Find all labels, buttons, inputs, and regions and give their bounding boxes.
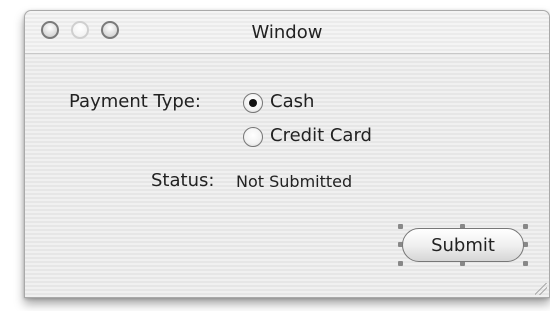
radio-cash-label[interactable]: Cash [270, 91, 314, 112]
title-bar[interactable]: Window [25, 11, 549, 54]
selection-handle[interactable] [523, 261, 528, 266]
radio-cash-button[interactable] [243, 93, 263, 113]
selection-handle[interactable] [398, 261, 403, 266]
window-title: Window [251, 22, 323, 43]
submit-button-selection[interactable]: Submit [398, 224, 528, 266]
status-value: Not Submitted [236, 172, 353, 191]
radio-credit-card-label[interactable]: Credit Card [270, 125, 372, 146]
radio-credit-card-button[interactable] [243, 127, 263, 147]
resize-grip-icon[interactable] [535, 283, 547, 295]
app-window: Window Payment Type: Cash Credit Card St… [24, 10, 550, 298]
selection-handle[interactable] [523, 224, 528, 229]
payment-type-label: Payment Type: [69, 91, 201, 112]
submit-button[interactable]: Submit [402, 228, 524, 262]
selection-handle[interactable] [398, 224, 403, 229]
status-label: Status: [151, 170, 215, 191]
